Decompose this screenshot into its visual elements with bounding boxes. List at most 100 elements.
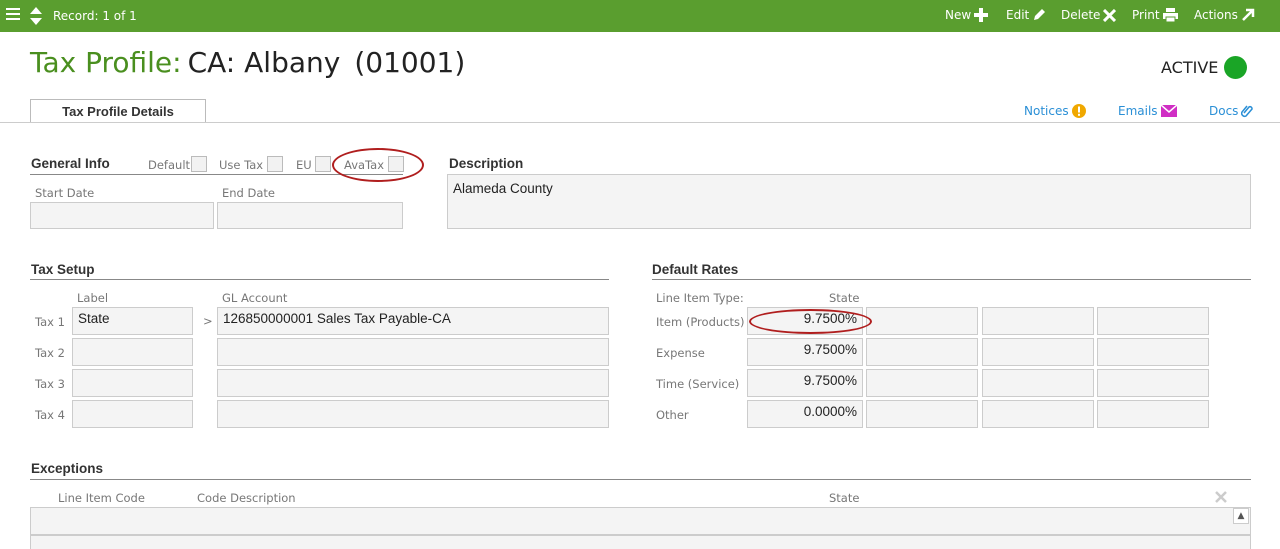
exceptions-heading: Exceptions — [31, 461, 104, 476]
expand-arrow-icon — [1241, 8, 1255, 21]
page-title: Tax Profile: CA: Albany (01001) — [30, 45, 465, 81]
exceptions-state-header: State — [829, 491, 860, 505]
x-icon — [1103, 8, 1117, 22]
notices-link[interactable]: Notices — [1024, 104, 1086, 118]
tax-label-field[interactable] — [72, 338, 193, 366]
scroll-up-icon[interactable]: ▲ — [1233, 508, 1249, 524]
general-info-heading: General Info — [31, 156, 110, 171]
arrow-icon: > — [203, 314, 213, 328]
rate-field-empty[interactable] — [982, 307, 1094, 335]
start-date-field[interactable] — [30, 202, 214, 229]
plus-icon — [974, 8, 989, 22]
title-name: CA: Albany — [187, 46, 341, 79]
use-tax-checkbox[interactable] — [267, 156, 283, 172]
emails-link[interactable]: Emails — [1118, 104, 1177, 118]
paperclip-icon — [1241, 105, 1254, 118]
eu-label: EU — [296, 158, 312, 172]
state-column-header: State — [829, 291, 860, 305]
rate-field-empty[interactable] — [1097, 400, 1209, 428]
title-code: (01001) — [354, 46, 466, 79]
state-rate-field[interactable]: 0.0000% — [747, 400, 863, 428]
notices-label: Notices — [1024, 104, 1069, 118]
menu-icon[interactable] — [6, 8, 20, 22]
docs-label: Docs — [1209, 104, 1239, 118]
code-description-header: Code Description — [197, 491, 296, 505]
status-dot-icon — [1224, 56, 1248, 79]
line-item-code-header: Line Item Code — [58, 491, 145, 505]
default-label: Default — [148, 158, 191, 172]
actions-button[interactable]: Actions — [1194, 8, 1255, 22]
clear-x-icon[interactable] — [1215, 491, 1227, 503]
rate-field-empty[interactable] — [1097, 369, 1209, 397]
rate-field-empty[interactable] — [866, 307, 978, 335]
end-date-field[interactable] — [217, 202, 403, 229]
rate-field-empty[interactable] — [982, 400, 1094, 428]
status-indicator: ACTIVE — [1161, 56, 1248, 79]
description-heading: Description — [449, 156, 524, 171]
print-button[interactable]: Print — [1132, 8, 1178, 22]
tax-row-name: Tax 2 — [35, 346, 65, 360]
warning-icon — [1071, 104, 1086, 118]
eu-checkbox[interactable] — [315, 156, 331, 172]
exceptions-divider — [30, 479, 1251, 480]
tax-row-name: Tax 4 — [35, 408, 65, 422]
tax-label-field[interactable] — [72, 369, 193, 397]
envelope-icon — [1160, 105, 1177, 117]
emails-label: Emails — [1118, 104, 1158, 118]
gl-account-field[interactable] — [217, 400, 609, 428]
edit-button[interactable]: Edit — [1006, 8, 1046, 22]
use-tax-label: Use Tax — [219, 158, 264, 172]
label-column-header: Label — [77, 291, 109, 305]
state-rate-field[interactable]: 9.7500% — [747, 369, 863, 397]
gl-account-field[interactable] — [217, 369, 609, 397]
new-button[interactable]: New — [945, 8, 989, 22]
tax-label-field[interactable]: State — [72, 307, 193, 335]
default-rates-divider — [652, 279, 1251, 280]
rate-field-empty[interactable] — [982, 369, 1094, 397]
default-checkbox[interactable] — [191, 156, 207, 172]
start-date-label: Start Date — [35, 186, 95, 200]
rate-field-empty[interactable] — [982, 338, 1094, 366]
tax-row-name: Tax 1 — [35, 315, 65, 329]
tax-label-field[interactable] — [72, 400, 193, 428]
tax-row-name: Tax 3 — [35, 377, 65, 391]
status-label: ACTIVE — [1161, 58, 1219, 77]
line-item-type-label: Time (Service) — [656, 377, 740, 391]
gl-account-column-header: GL Account — [222, 291, 288, 305]
delete-button[interactable]: Delete — [1061, 8, 1117, 22]
title-label: Tax Profile: — [30, 46, 182, 79]
line-item-type-label: Item (Products) — [656, 315, 745, 329]
print-label: Print — [1132, 8, 1160, 22]
gl-account-field[interactable] — [217, 338, 609, 366]
rate-field-empty[interactable] — [866, 400, 978, 428]
tax-setup-heading: Tax Setup — [31, 262, 95, 277]
edit-label: Edit — [1006, 8, 1030, 22]
tax-setup-divider — [30, 279, 609, 280]
line-item-type-header: Line Item Type: — [656, 291, 744, 305]
state-rate-field[interactable]: 9.7500% — [747, 338, 863, 366]
delete-label: Delete — [1061, 8, 1101, 22]
exceptions-row[interactable] — [30, 535, 1251, 549]
docs-link[interactable]: Docs — [1209, 104, 1254, 118]
rate-field-empty[interactable] — [1097, 307, 1209, 335]
printer-icon — [1162, 8, 1178, 22]
rate-field-empty[interactable] — [1097, 338, 1209, 366]
rate-field-empty[interactable] — [866, 369, 978, 397]
pencil-icon — [1034, 9, 1046, 20]
default-rates-heading: Default Rates — [652, 262, 739, 277]
new-label: New — [945, 8, 972, 22]
rate-highlight-oval — [749, 309, 872, 334]
tab-tax-profile-details[interactable]: Tax Profile Details — [30, 99, 206, 123]
end-date-label: End Date — [222, 186, 275, 200]
line-item-type-label: Other — [656, 408, 689, 422]
description-field[interactable]: Alameda County — [447, 174, 1251, 229]
rate-field-empty[interactable] — [866, 338, 978, 366]
tab-divider — [0, 122, 1280, 123]
avatax-highlight-oval — [332, 148, 424, 182]
exceptions-row[interactable] — [30, 507, 1251, 535]
top-toolbar: Record: 1 of 1 New Edit Delete Print Act… — [0, 0, 1280, 32]
record-navigation-icon[interactable] — [28, 5, 44, 27]
gl-account-field[interactable]: 126850000001 Sales Tax Payable-CA — [217, 307, 609, 335]
actions-label: Actions — [1194, 8, 1238, 22]
line-item-type-label: Expense — [656, 346, 705, 360]
